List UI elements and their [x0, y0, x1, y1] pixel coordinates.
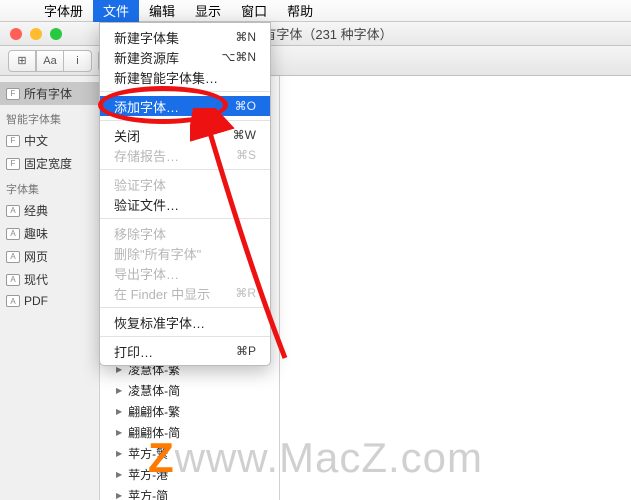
menu-item-label: 新建字体集	[114, 28, 179, 47]
menu-item[interactable]: 验证文件…	[100, 194, 270, 214]
menu-item-label: 存储报告…	[114, 146, 179, 165]
minimize-button[interactable]	[30, 28, 42, 40]
menu-separator	[100, 218, 270, 219]
set-icon: A	[6, 228, 20, 240]
titlebar: 所有字体（231 种字体）	[0, 22, 631, 46]
close-button[interactable]	[10, 28, 22, 40]
menu-item: 验证字体	[100, 174, 270, 194]
menu-item-shortcut: ⌘R	[235, 286, 256, 300]
menu-item: 删除"所有字体"	[100, 243, 270, 263]
font-icon: F	[6, 88, 20, 100]
set-icon: A	[6, 205, 20, 217]
menu-item: 存储报告… ⌘S	[100, 145, 270, 165]
menu-separator	[100, 91, 270, 92]
font-list-item[interactable]: 翩翩体-简	[100, 422, 279, 443]
sidebar-item-label: 中文	[24, 132, 48, 149]
menu-item-label: 移除字体	[114, 224, 166, 243]
menu-item[interactable]: 添加字体… ⌘O	[100, 96, 270, 116]
set-icon: A	[6, 295, 20, 307]
menu-item[interactable]: 新建智能字体集…	[100, 67, 270, 87]
menu-item-label: 导出字体…	[114, 264, 179, 283]
info-view-button[interactable]: i	[64, 50, 92, 72]
set-icon: A	[6, 251, 20, 263]
menu-item-label: 恢复标准字体…	[114, 313, 205, 332]
menubar-app-name[interactable]: 字体册	[34, 0, 93, 22]
menu-item-shortcut: ⌘O	[235, 99, 256, 113]
menu-separator	[100, 120, 270, 121]
app-window: 所有字体（231 种字体） ⊞ Aa i ＋ F 所有字体 智能字体集 F中文F…	[0, 22, 631, 500]
sidebar-smart-item[interactable]: F 固定宽度	[0, 152, 99, 175]
sidebar-all-fonts[interactable]: F 所有字体	[0, 82, 99, 105]
menu-item-shortcut: ⌘P	[236, 344, 256, 358]
font-list-item[interactable]: 苹方-简	[100, 485, 279, 500]
menu-item[interactable]: 关闭 ⌘W	[100, 125, 270, 145]
menu-item[interactable]: 新建字体集 ⌘N	[100, 27, 270, 47]
menu-item[interactable]: 打印… ⌘P	[100, 341, 270, 361]
grid-view-button[interactable]: ⊞	[8, 50, 36, 72]
smart-icon: F	[6, 158, 20, 170]
sidebar-item-label: 网页	[24, 248, 48, 265]
menu-item-label: 新建资源库	[114, 48, 179, 67]
set-icon: A	[6, 274, 20, 286]
sidebar-item-label: 固定宽度	[24, 155, 72, 172]
menu-item-label: 验证文件…	[114, 195, 179, 214]
menu-item-label: 关闭	[114, 126, 140, 145]
menu-item-shortcut: ⌘S	[236, 148, 256, 162]
view-mode-segment: ⊞ Aa i	[8, 50, 92, 72]
font-preview	[280, 76, 631, 500]
sidebar-smart-item[interactable]: F 中文	[0, 129, 99, 152]
menu-separator	[100, 169, 270, 170]
sample-view-button[interactable]: Aa	[36, 50, 64, 72]
sidebar-item-label: 现代	[24, 271, 48, 288]
menubar: 字体册 文件 编辑 显示 窗口 帮助	[0, 0, 631, 22]
sidebar-item-label: 经典	[24, 202, 48, 219]
menu-item-shortcut: ⌥⌘N	[222, 50, 257, 64]
sidebar-sets-label: 字体集	[0, 175, 99, 199]
sidebar-set-item[interactable]: A 趣味	[0, 222, 99, 245]
menu-item: 在 Finder 中显示 ⌘R	[100, 283, 270, 303]
menu-item-label: 验证字体	[114, 175, 166, 194]
menubar-item-view[interactable]: 显示	[185, 0, 231, 22]
sidebar-set-item[interactable]: A 经典	[0, 199, 99, 222]
menu-separator	[100, 307, 270, 308]
traffic-lights	[0, 28, 62, 40]
menu-item-label: 在 Finder 中显示	[114, 284, 210, 303]
menubar-item-file[interactable]: 文件	[93, 0, 139, 22]
menubar-item-edit[interactable]: 编辑	[139, 0, 185, 22]
menu-item-shortcut: ⌘N	[235, 30, 256, 44]
menu-item[interactable]: 新建资源库 ⌥⌘N	[100, 47, 270, 67]
menubar-item-help[interactable]: 帮助	[277, 0, 323, 22]
sidebar-set-item[interactable]: A PDF	[0, 291, 99, 311]
font-list-item[interactable]: 苹方-繁	[100, 443, 279, 464]
font-list-item[interactable]: 苹方-港	[100, 464, 279, 485]
sidebar-set-item[interactable]: A 网页	[0, 245, 99, 268]
font-list-item[interactable]: 凌慧体-简	[100, 380, 279, 401]
menu-item-shortcut: ⌘W	[233, 128, 256, 142]
menu-item: 移除字体	[100, 223, 270, 243]
font-list-item[interactable]: 翩翩体-繁	[100, 401, 279, 422]
menu-item[interactable]: 恢复标准字体…	[100, 312, 270, 332]
menu-separator	[100, 336, 270, 337]
toolbar: ⊞ Aa i ＋	[0, 46, 631, 76]
file-menu-dropdown: 新建字体集 ⌘N 新建资源库 ⌥⌘N 新建智能字体集… 添加字体… ⌘O 关闭 ⌘W 存储报告… ⌘…	[99, 22, 271, 366]
menu-item-label: 删除"所有字体"	[114, 244, 201, 263]
sidebar-item-label: 趣味	[24, 225, 48, 242]
menu-item-label: 添加字体…	[114, 97, 179, 116]
sidebar: F 所有字体 智能字体集 F中文F固定宽度 字体集 A经典A趣味A网页A现代AP…	[0, 76, 100, 500]
sidebar-set-item[interactable]: A 现代	[0, 268, 99, 291]
smart-icon: F	[6, 135, 20, 147]
sidebar-item-label: PDF	[24, 294, 48, 308]
menu-item-label: 打印…	[114, 342, 153, 361]
sidebar-all-fonts-label: 所有字体	[24, 85, 72, 102]
menubar-item-window[interactable]: 窗口	[231, 0, 277, 22]
menu-item: 导出字体…	[100, 263, 270, 283]
menu-item-label: 新建智能字体集…	[114, 68, 218, 87]
sidebar-smart-label: 智能字体集	[0, 105, 99, 129]
zoom-button[interactable]	[50, 28, 62, 40]
content-area: F 所有字体 智能字体集 F中文F固定宽度 字体集 A经典A趣味A网页A现代AP…	[0, 76, 631, 500]
